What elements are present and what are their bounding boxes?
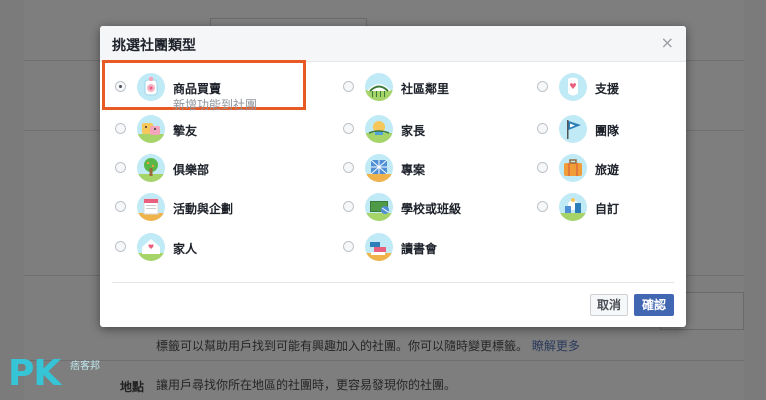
option-label: 摯友 bbox=[173, 124, 198, 138]
option-club[interactable]: 俱樂部 bbox=[115, 154, 275, 184]
option-custom[interactable]: 自訂 bbox=[537, 193, 667, 223]
dialog-header: 挑選社團類型 × bbox=[100, 26, 686, 62]
radio-button[interactable] bbox=[537, 123, 548, 134]
tags-hint-text: 標籤可以幫助用戶找到可能有興趣加入的社團。你可以隨時變更標籤。 瞭解更多 bbox=[156, 339, 580, 353]
option-neighborhood[interactable]: 社區鄰里 bbox=[343, 73, 503, 103]
learn-more-link: 瞭解更多 bbox=[531, 339, 580, 353]
radio-button[interactable] bbox=[115, 241, 126, 252]
option-close-friends[interactable]: 摯友 bbox=[115, 115, 275, 145]
radio-button[interactable] bbox=[537, 162, 548, 173]
travel-suitcase-icon bbox=[559, 154, 587, 182]
group-type-dialog: 挑選社團類型 × 商品買賣 新增功能到社團 社區鄰里 支援 摯友 家長 團隊 俱… bbox=[100, 26, 686, 327]
close-icon[interactable]: × bbox=[661, 34, 674, 52]
option-support[interactable]: 支援 bbox=[537, 73, 667, 103]
location-label: 地點 bbox=[120, 380, 145, 394]
option-label: 商品買賣 bbox=[173, 82, 222, 96]
cancel-button[interactable]: 取消 bbox=[590, 294, 628, 316]
option-label: 家人 bbox=[173, 242, 198, 256]
option-label: 團隊 bbox=[595, 124, 620, 138]
shopping-bag-icon bbox=[137, 73, 165, 101]
location-hint: 讓用戶尋找你所在地區的社團時，更容易發現你的社團。 bbox=[156, 378, 457, 392]
parents-icon bbox=[365, 115, 393, 143]
option-label: 俱樂部 bbox=[173, 163, 210, 177]
event-calendar-icon bbox=[137, 193, 165, 221]
option-parents[interactable]: 家長 bbox=[343, 115, 503, 145]
club-tree-icon bbox=[137, 154, 165, 182]
option-label: 專案 bbox=[401, 163, 426, 177]
confirm-button[interactable]: 確認 bbox=[634, 294, 674, 316]
option-team[interactable]: 團隊 bbox=[537, 115, 667, 145]
school-icon bbox=[365, 193, 393, 221]
neighborhood-icon bbox=[365, 73, 393, 101]
option-label: 自訂 bbox=[595, 202, 620, 216]
option-travel[interactable]: 旅遊 bbox=[537, 154, 667, 184]
dialog-title: 挑選社團類型 bbox=[112, 38, 196, 54]
custom-icon bbox=[559, 193, 587, 221]
radio-button[interactable] bbox=[343, 241, 354, 252]
radio-button[interactable] bbox=[343, 162, 354, 173]
option-label: 社區鄰里 bbox=[401, 82, 450, 96]
radio-button[interactable] bbox=[115, 123, 126, 134]
option-label: 讀書會 bbox=[401, 242, 438, 256]
watermark-logo-text: PK bbox=[8, 353, 61, 394]
radio-button[interactable] bbox=[537, 81, 548, 92]
option-family[interactable]: 家人 bbox=[115, 233, 275, 263]
option-book-club[interactable]: 讀書會 bbox=[343, 233, 503, 263]
team-flag-icon bbox=[559, 115, 587, 143]
option-events[interactable]: 活動與企劃 bbox=[115, 193, 275, 223]
support-hands-icon bbox=[559, 73, 587, 101]
book-club-icon bbox=[365, 233, 393, 261]
close-friends-icon bbox=[137, 115, 165, 143]
bg-divider bbox=[24, 360, 744, 361]
radio-button[interactable] bbox=[343, 81, 354, 92]
project-icon bbox=[365, 154, 393, 182]
option-label: 學校或班級 bbox=[401, 202, 462, 216]
option-label: 活動與企劃 bbox=[173, 202, 234, 216]
family-home-icon bbox=[137, 233, 165, 261]
watermark-logo-sub: 痞客邦 bbox=[70, 361, 100, 372]
radio-button[interactable] bbox=[537, 201, 548, 212]
radio-button[interactable] bbox=[115, 201, 126, 212]
option-sublabel: 新增功能到社團 bbox=[173, 98, 258, 112]
option-school[interactable]: 學校或班級 bbox=[343, 193, 503, 223]
option-label: 旅遊 bbox=[595, 163, 620, 177]
radio-button[interactable] bbox=[343, 123, 354, 134]
radio-button[interactable] bbox=[115, 162, 126, 173]
option-merchandise[interactable]: 商品買賣 新增功能到社團 bbox=[115, 73, 315, 112]
watermark-logo: PK 痞客邦 bbox=[8, 352, 118, 396]
radio-button[interactable] bbox=[343, 201, 354, 212]
radio-button[interactable] bbox=[115, 81, 126, 92]
option-label: 家長 bbox=[401, 124, 426, 138]
footer-divider bbox=[112, 282, 674, 283]
option-project[interactable]: 專案 bbox=[343, 154, 503, 184]
option-label: 支援 bbox=[595, 82, 620, 96]
